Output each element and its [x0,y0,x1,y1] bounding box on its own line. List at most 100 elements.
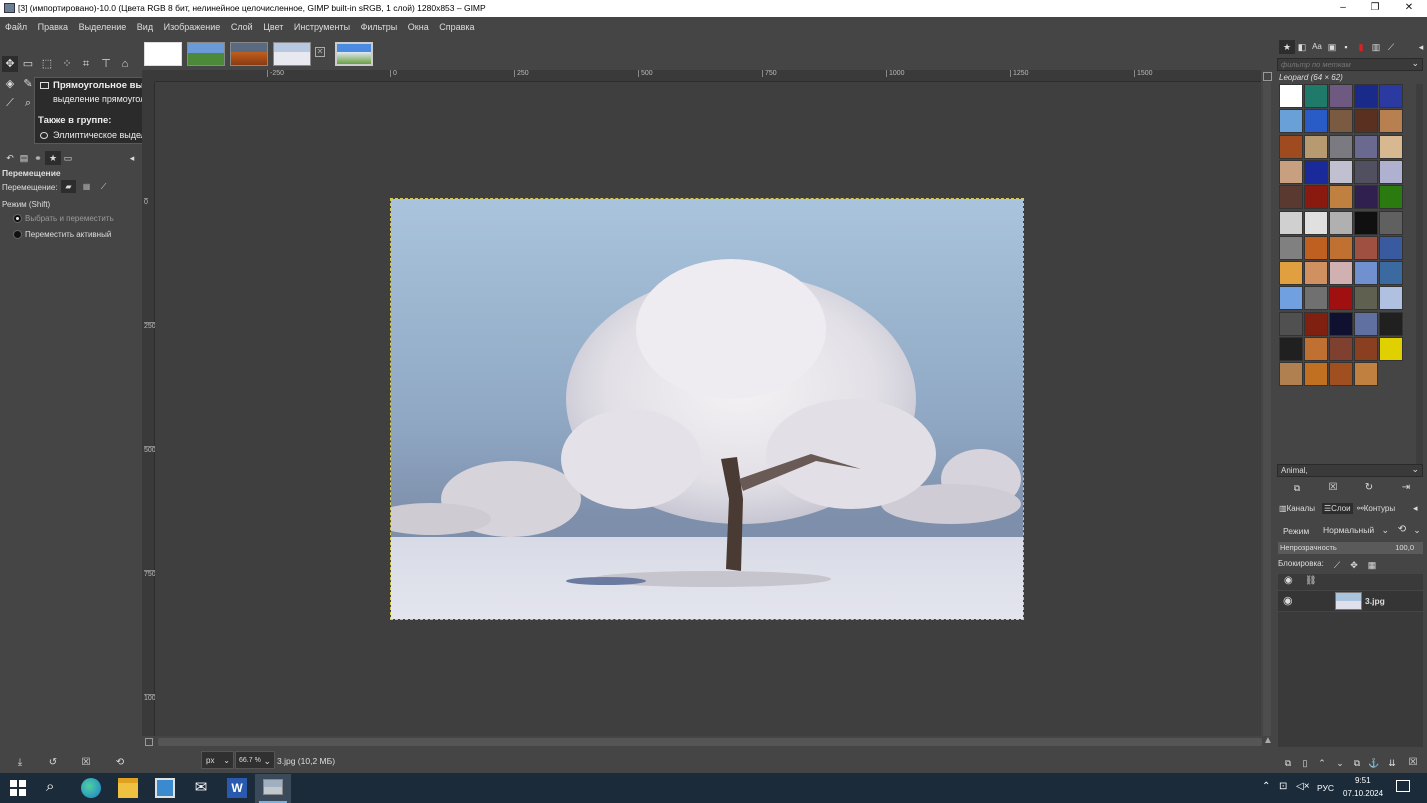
move-layer-icon[interactable]: ▰ [61,180,76,193]
pattern-swatch[interactable] [1279,311,1303,336]
pattern-swatch[interactable] [1279,362,1303,387]
search-icon[interactable]: ⌕ [46,778,64,796]
pattern-swatch[interactable] [1279,235,1303,260]
save-options-icon[interactable]: ⤓ [12,755,28,771]
patterns-grid[interactable] [1279,84,1409,390]
pattern-tag-input[interactable]: Animal, ⌄ [1277,464,1423,477]
mode-select[interactable]: Нормальный ⌄ [1321,522,1391,538]
pattern-swatch[interactable] [1354,337,1378,361]
rect-select-tool-icon[interactable]: ▭ [20,56,36,72]
pattern-swatch[interactable] [1379,159,1403,184]
image-tab-tree-green[interactable] [187,42,225,66]
pattern-swatch[interactable] [1279,210,1303,235]
move-selection-icon[interactable]: ▦ [79,180,94,193]
switch-mode-icon[interactable]: ⟲ [1394,522,1410,538]
start-button-icon[interactable] [10,780,26,796]
clock-time[interactable]: 9:51 [1355,776,1371,785]
pattern-swatch[interactable] [1379,210,1403,235]
minimize-button[interactable]: – [1327,0,1359,17]
maximize-button[interactable]: ❐ [1359,0,1391,17]
templates-tab-icon[interactable]: ▪ [1338,40,1354,54]
lock-alpha-icon[interactable]: ▦ [1364,557,1380,573]
gradients-tab-icon[interactable]: ▥ [1368,40,1384,54]
pattern-swatch[interactable] [1304,210,1328,235]
pattern-swatch[interactable] [1279,159,1303,184]
pattern-swatch[interactable] [1279,109,1303,134]
close-button[interactable]: ✕ [1393,0,1425,17]
pattern-swatch[interactable] [1354,261,1378,286]
pattern-swatch[interactable] [1329,159,1353,184]
radio-move-active[interactable] [13,230,22,239]
open-pattern-icon[interactable]: ⇥ [1398,480,1414,496]
pattern-swatch[interactable] [1354,311,1378,336]
menu-filters[interactable]: Фильтры [361,22,398,32]
pattern-swatch[interactable] [1304,286,1328,311]
word-icon[interactable]: W [227,778,247,798]
free-select-tool-icon[interactable]: ⬚ [39,56,55,72]
refresh-patterns-icon[interactable]: ↻ [1361,480,1377,496]
pattern-swatch[interactable] [1379,235,1403,260]
eye-icon[interactable]: ◉ [1283,594,1293,607]
pattern-swatch[interactable] [1304,109,1328,134]
menu-tools[interactable]: Инструменты [294,22,350,32]
pattern-swatch[interactable] [1379,311,1403,336]
clock-date[interactable]: 07.10.2024 [1343,789,1383,798]
pattern-swatch[interactable] [1279,261,1303,286]
file-explorer-icon[interactable] [118,778,138,798]
raise-layer-icon[interactable]: ⌃ [1314,755,1330,771]
gimp-taskbar-button[interactable] [255,774,291,803]
patterns-scrollbar[interactable] [1416,84,1423,464]
crop-tool-icon[interactable]: ⌗ [78,56,94,72]
menu-windows[interactable]: Окна [408,22,429,32]
fuzzy-select-tool-icon[interactable]: ⁘ [59,56,75,72]
pattern-swatch[interactable] [1304,159,1328,184]
pattern-swatch[interactable] [1304,185,1328,210]
pattern-swatch[interactable] [1354,362,1378,387]
tool-options-tab-icon[interactable]: ★ [45,151,61,165]
language-indicator[interactable]: РУС [1317,783,1334,793]
pattern-swatch[interactable] [1279,286,1303,311]
layer-row[interactable]: ◉ 3.jpg [1278,591,1423,611]
device-status-tab-icon[interactable]: ▭ [60,151,76,165]
pattern-swatch[interactable] [1279,337,1303,361]
quick-mask-icon[interactable] [145,738,153,746]
notifications-icon[interactable] [1396,780,1410,792]
palettes-tab-icon[interactable]: ▮ [1353,40,1369,54]
horizontal-scrollbar[interactable] [158,738,1262,746]
panel-menu-icon[interactable]: ◂ [124,151,140,165]
tool-presets-tab-icon[interactable]: ⟋ [1383,40,1399,54]
pattern-swatch[interactable] [1279,134,1303,159]
restore-options-icon[interactable]: ↺ [45,755,61,771]
warp-tool-icon[interactable]: ⌂ [117,56,133,72]
pattern-swatch[interactable] [1304,337,1328,361]
pattern-swatch[interactable] [1379,185,1403,210]
pattern-swatch[interactable] [1304,311,1328,336]
duplicate-layer-icon[interactable]: ⧉ [1349,755,1365,771]
menu-help[interactable]: Справка [439,22,474,32]
vertical-scrollbar[interactable] [1263,82,1271,736]
menu-file[interactable]: Файл [5,22,27,32]
delete-options-icon[interactable]: ☒ [78,755,94,771]
pattern-swatch[interactable] [1354,286,1378,311]
store-icon[interactable] [155,778,175,798]
network-icon[interactable]: ⊡ [1279,781,1287,792]
reset-options-icon[interactable]: ⟲ [112,755,128,771]
pattern-swatch[interactable] [1304,84,1328,108]
menu-select[interactable]: Выделение [79,22,127,32]
patterns-tab-icon[interactable]: ◧ [1294,40,1310,54]
menu-edit[interactable]: Правка [38,22,68,32]
pattern-swatch[interactable] [1279,185,1303,210]
paths-tab-icon[interactable]: ⚭ [30,151,46,165]
pattern-swatch[interactable] [1354,159,1378,184]
pattern-swatch[interactable] [1379,261,1403,286]
image-tab-autumn[interactable] [230,42,268,66]
pattern-swatch[interactable] [1329,362,1353,387]
tab-layers[interactable]: ☰Слои [1322,503,1353,514]
delete-layer-icon[interactable]: ☒ [1405,755,1421,771]
pattern-swatch[interactable] [1329,235,1353,260]
pattern-swatch[interactable] [1379,109,1403,134]
lock-pixels-icon[interactable]: ⟋ [1329,557,1345,573]
menu-view[interactable]: Вид [137,22,153,32]
delete-pattern-icon[interactable]: ☒ [1325,480,1341,496]
pattern-swatch[interactable] [1379,134,1403,159]
